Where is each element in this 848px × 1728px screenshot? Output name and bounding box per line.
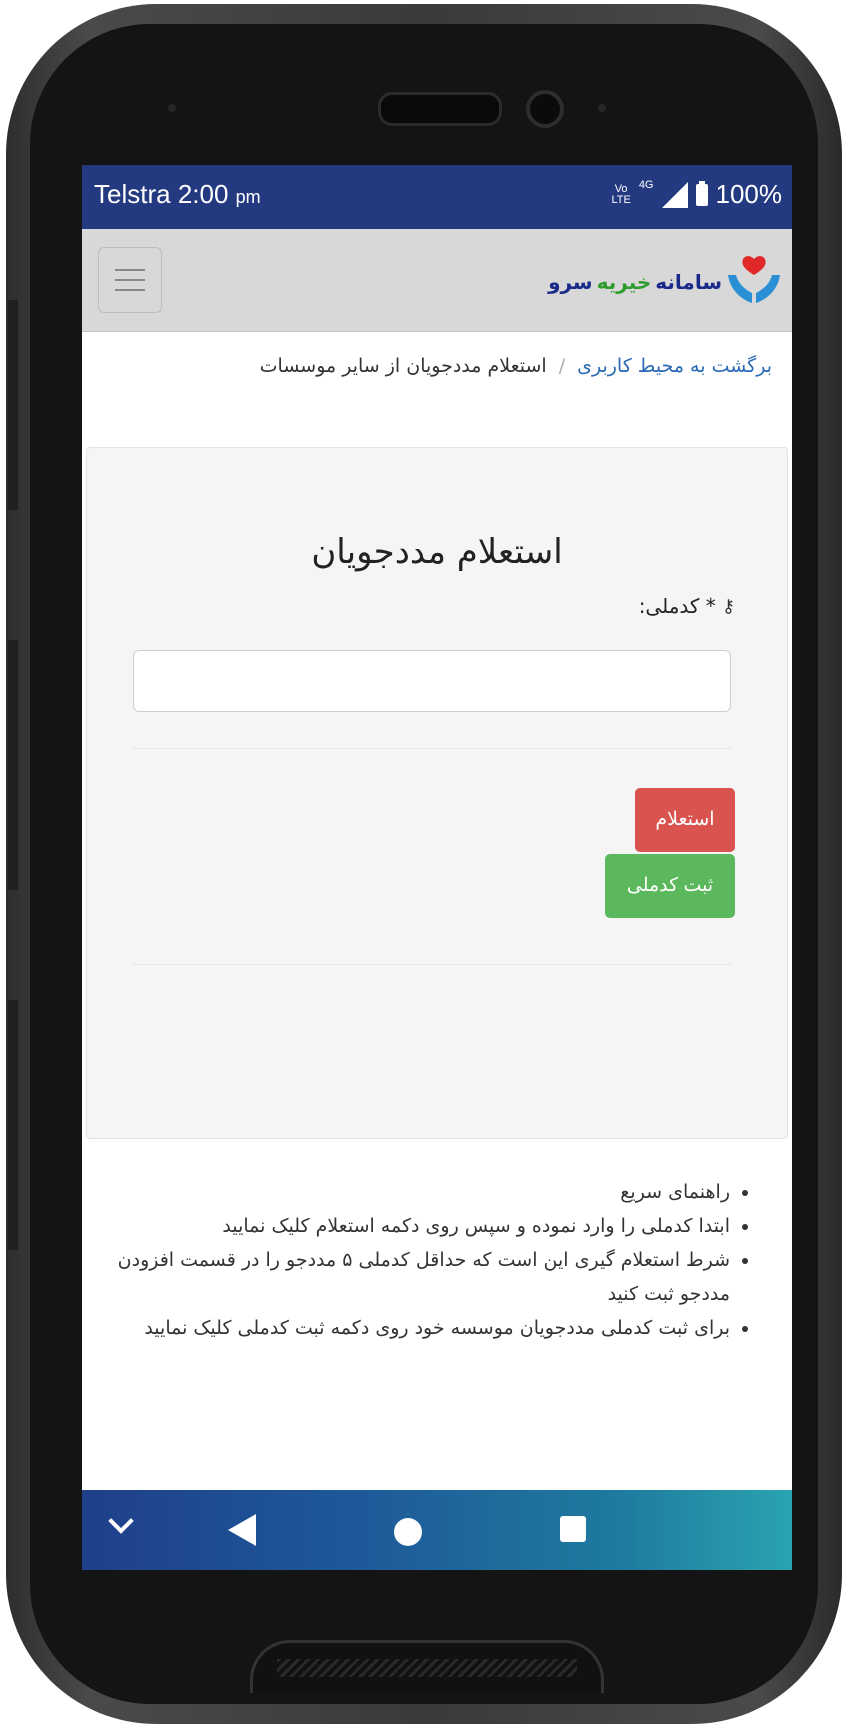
guide-item: شرط استعلام گیری این است که حداقل کدملی …: [110, 1243, 730, 1311]
breadcrumb-current: استعلام مددجویان از سایر موسسات: [259, 355, 547, 377]
clock-ampm: pm: [235, 187, 261, 207]
bottom-speaker-grille: [250, 1640, 604, 1693]
sensor-dot: [168, 104, 176, 112]
side-button: [8, 1000, 18, 1250]
guide-item: راهنمای سریع: [110, 1175, 730, 1209]
page-title: استعلام مددجویان: [311, 532, 563, 572]
logo-text-1: سامانه: [655, 270, 722, 294]
android-nav-bar: [82, 1490, 792, 1570]
logo-text-3: سرو: [548, 270, 593, 294]
inquiry-button[interactable]: استعلام: [635, 788, 735, 852]
divider: [133, 964, 731, 965]
network-type: 4G: [638, 179, 654, 191]
breadcrumb-back-link[interactable]: برگشت به محیط کاربری: [577, 355, 772, 377]
carrier-name: Telstra: [94, 179, 171, 209]
earpiece-speaker: [378, 92, 502, 126]
status-left: Telstra 2:00 pm: [94, 179, 261, 210]
side-button: [8, 640, 18, 890]
front-camera: [526, 90, 564, 128]
inquiry-card: استعلام مددجویان ⚷ * کدملی: استعلام ثبت …: [86, 447, 788, 1139]
signal-icon: [661, 181, 688, 208]
back-icon[interactable]: [228, 1514, 256, 1546]
guide-item: برای ثبت کدملی مددجویان موسسه خود روی دک…: [110, 1311, 730, 1345]
battery-level: 100%: [715, 179, 783, 209]
national-id-input[interactable]: [133, 650, 731, 712]
app-navbar: سامانه خیریه سرو: [82, 229, 792, 332]
site-logo[interactable]: سامانه خیریه سرو: [548, 255, 782, 309]
status-right: Vo LTE 4G 100%: [611, 179, 782, 210]
side-button: [8, 300, 18, 510]
sensor-dot: [598, 104, 606, 112]
national-id-label: ⚷ * کدملی:: [639, 594, 735, 618]
battery-icon: [695, 180, 708, 206]
register-id-button[interactable]: ثبت کدملی: [605, 854, 735, 918]
home-icon[interactable]: [394, 1518, 422, 1546]
national-id-label-text: * کدملی:: [638, 594, 716, 618]
quick-guide-list: راهنمای سریع ابتدا کدملی را وارد نموده و…: [110, 1175, 752, 1345]
charity-hands-icon: [728, 256, 780, 303]
breadcrumb: برگشت به محیط کاربری / استعلام مددجویان …: [260, 355, 772, 377]
divider: [133, 748, 731, 749]
recent-apps-icon[interactable]: [560, 1516, 586, 1542]
breadcrumb-separator: /: [558, 355, 566, 377]
clock: 2:00: [177, 179, 229, 209]
key-icon: ⚷: [721, 595, 735, 617]
logo-text-2: خیریه: [596, 270, 652, 294]
volte-icon: Vo LTE: [611, 182, 631, 206]
chevron-down-icon[interactable]: [108, 1508, 134, 1534]
status-bar: Telstra 2:00 pm Vo LTE 4G 100%: [82, 165, 792, 229]
screen: Telstra 2:00 pm Vo LTE 4G 100% سامانه خی…: [82, 165, 792, 1570]
phone-frame: Telstra 2:00 pm Vo LTE 4G 100% سامانه خی…: [0, 0, 848, 1728]
guide-item: ابتدا کدملی را وارد نموده و سپس روی دکمه…: [110, 1209, 730, 1243]
hamburger-icon[interactable]: [98, 247, 162, 313]
